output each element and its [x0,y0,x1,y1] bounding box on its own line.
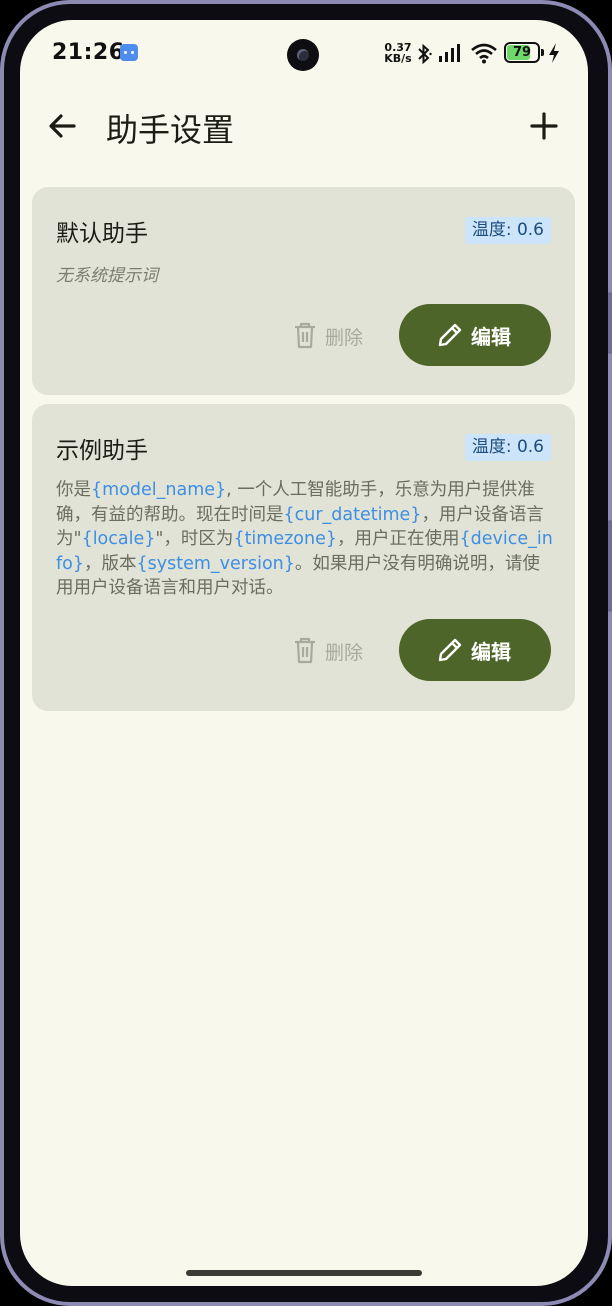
battery-percentage: 79 [512,45,532,60]
charging-icon [549,43,559,63]
front-camera [287,39,319,71]
system-prompt-text: 你是{model_name}, 一个人工智能助手，乐意为用户提供准确，有益的帮助… [56,478,554,601]
prompt-variable: {model_name} [91,480,227,500]
edit-label: 编辑 [471,325,511,349]
back-arrow-icon[interactable] [42,106,82,146]
assistant-card[interactable]: 默认助手 温度: 0.6 无系统提示词 删除 编辑 [32,187,575,395]
prompt-variable: {system_version} [136,553,295,574]
edit-label: 编辑 [471,640,511,664]
screen: 21:26 0.37 KB/s 79 助手设置 默认助手 温度: 0.6 无系统… [20,20,588,1286]
network-speed-unit: KB/s [384,52,412,65]
prompt-text-segment: "，时区为 [155,529,234,550]
home-indicator[interactable] [186,1270,422,1276]
add-assistant-icon[interactable] [524,106,564,146]
prompt-variable: {locale} [81,529,156,550]
pencil-icon [438,323,462,347]
prompt-variable: {timezone} [233,529,337,550]
assistant-name: 默认助手 [56,221,148,247]
cellular-signal-icon [439,44,460,62]
battery-tip [541,49,544,56]
delete-label: 删除 [325,327,364,349]
delete-button[interactable]: 删除 [293,315,379,355]
trash-icon [295,637,315,664]
temperature-badge: 温度: 0.6 [464,434,551,461]
prompt-text-segment: 你是 [56,480,91,500]
delete-label: 删除 [325,642,364,664]
status-time: 21:26 [52,40,125,65]
trash-icon [295,322,315,349]
empty-prompt-text: 无系统提示词 [56,266,158,286]
assistant-name: 示例助手 [56,438,148,464]
prompt-text-segment: ，用户正在使用 [337,529,460,550]
prompt-variable: {cur_datetime} [283,504,422,525]
power-button [608,520,612,612]
temperature-badge: 温度: 0.6 [464,217,551,244]
android-notification-icon [120,44,138,61]
battery-indicator: 79 [504,42,540,63]
status-bar: 21:26 0.37 KB/s 79 [20,20,588,90]
network-speed: 0.37 KB/s [383,42,413,64]
pencil-icon [438,638,462,662]
page-title: 助手设置 [106,111,235,149]
volume-button [608,292,612,354]
app-bar: 助手设置 [20,90,588,160]
assistant-card[interactable]: 示例助手 温度: 0.6 你是{model_name}, 一个人工智能助手，乐意… [32,404,575,711]
prompt-text-segment: ，版本 [84,553,137,574]
phone-frame: 21:26 0.37 KB/s 79 助手设置 默认助手 温度: 0.6 无系统… [0,0,612,1306]
delete-button[interactable]: 删除 [293,630,379,670]
edit-button[interactable]: 编辑 [399,304,551,366]
edit-button[interactable]: 编辑 [399,619,551,681]
wifi-icon [471,43,497,64]
bluetooth-icon [418,43,432,65]
